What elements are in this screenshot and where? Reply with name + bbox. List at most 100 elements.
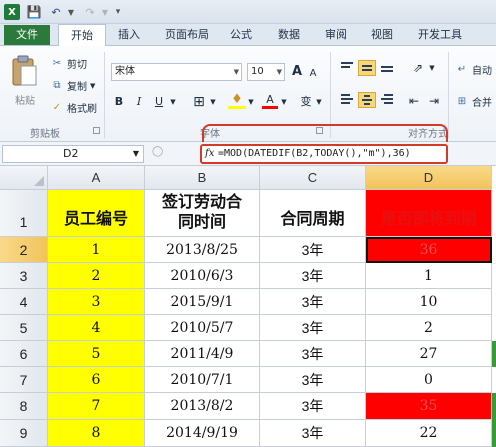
italic-button[interactable]: I <box>131 93 147 111</box>
select-all-corner[interactable] <box>0 166 48 190</box>
table-cell[interactable]: 27 <box>366 341 492 367</box>
customize-toolbar-icon[interactable]: ▾ <box>113 4 123 20</box>
borders-icon[interactable]: ⊞ <box>190 93 208 111</box>
undo-dropdown-icon[interactable]: ▼ <box>66 4 76 20</box>
tab-insert[interactable]: 插入 <box>114 24 144 46</box>
phonetic-dropdown-icon[interactable]: ▼ <box>314 93 324 111</box>
row-header-2[interactable]: 2 <box>0 237 48 263</box>
increase-indent-icon[interactable]: ⇥ <box>425 92 443 110</box>
table-cell[interactable]: 35 <box>366 393 492 420</box>
clipboard-launcher-icon[interactable] <box>93 127 100 134</box>
underline-button[interactable]: U <box>151 93 167 111</box>
tab-developer[interactable]: 开发工具 <box>412 24 468 46</box>
align-bottom-icon[interactable] <box>378 60 396 76</box>
tab-page-layout[interactable]: 页面布局 <box>159 24 215 46</box>
row-header-3[interactable]: 3 <box>0 263 48 289</box>
undo-icon[interactable]: ↶ <box>48 4 64 20</box>
table-cell[interactable]: 3年 <box>260 289 366 315</box>
table-cell[interactable]: 3年 <box>260 315 366 341</box>
align-left-icon[interactable] <box>338 92 356 108</box>
row-header-9[interactable]: 9 <box>0 420 48 447</box>
formula-input[interactable]: fx =MOD(DATEDIF(B2,TODAY(),"m"),36) <box>200 144 448 164</box>
header-cell-employee-id[interactable]: 员工编号 <box>48 190 145 237</box>
orientation-dropdown-icon[interactable]: ▼ <box>428 59 436 77</box>
underline-dropdown-icon[interactable]: ▼ <box>168 93 178 111</box>
table-cell[interactable]: 2011/4/9 <box>145 341 260 367</box>
decrease-indent-icon[interactable]: ⇤ <box>405 92 423 110</box>
fill-color-dropdown-icon[interactable]: ▼ <box>246 93 256 111</box>
table-cell[interactable]: 2010/7/1 <box>145 367 260 393</box>
table-cell[interactable]: 6 <box>48 367 145 393</box>
table-cell[interactable]: 1 <box>366 263 492 289</box>
text-orientation-icon[interactable]: ⇗ <box>408 59 428 77</box>
name-box[interactable]: D2 ▼ <box>2 145 144 163</box>
redo-icon[interactable]: ↷ <box>82 4 98 20</box>
excel-app-icon[interactable]: X <box>4 4 20 20</box>
cut-button[interactable]: ✂ 剪切 <box>50 56 87 71</box>
table-cell[interactable]: 3年 <box>260 237 366 263</box>
table-cell[interactable]: 1 <box>48 237 145 263</box>
tab-home[interactable]: 开始 <box>58 24 106 47</box>
paste-icon[interactable] <box>10 54 38 88</box>
column-header-d[interactable]: D <box>366 166 492 190</box>
table-cell[interactable]: 22 <box>366 420 492 447</box>
table-cell[interactable]: 10 <box>366 289 492 315</box>
table-cell[interactable]: 2 <box>48 263 145 289</box>
save-icon[interactable]: 💾 <box>26 4 42 20</box>
row-header-8[interactable]: 8 <box>0 393 48 420</box>
table-cell[interactable]: 0 <box>366 367 492 393</box>
tab-view[interactable]: 视图 <box>367 24 397 46</box>
header-cell-sign-date[interactable]: 签订劳动合 同时间 <box>145 190 260 237</box>
font-size-select[interactable]: 10 ▼ <box>247 63 285 81</box>
worksheet-grid[interactable]: A B C D 1 员工编号 签订劳动合 同时间 合同周期 是否即将到期 2 1… <box>0 166 496 447</box>
tab-data[interactable]: 数据 <box>274 24 304 46</box>
copy-button[interactable]: ⧉ 复制 ▼ <box>50 78 95 93</box>
row-header-4[interactable]: 4 <box>0 289 48 315</box>
grow-font-button[interactable]: A <box>290 63 304 81</box>
align-right-icon[interactable] <box>378 92 396 108</box>
table-cell[interactable]: 3年 <box>260 393 366 420</box>
wrap-text-button[interactable]: ↵ 自动 <box>455 62 492 77</box>
shrink-font-button[interactable]: A <box>307 65 319 83</box>
phonetic-button[interactable]: 变 <box>298 93 314 111</box>
header-cell-expiring[interactable]: 是否即将到期 <box>366 190 492 237</box>
table-cell[interactable]: 5 <box>48 341 145 367</box>
format-painter-button[interactable]: ✓ 格式刷 <box>50 100 97 115</box>
table-cell[interactable]: 2 <box>366 315 492 341</box>
table-cell[interactable]: 2015/9/1 <box>145 289 260 315</box>
row-header-1[interactable]: 1 <box>0 190 48 237</box>
active-cell-d2[interactable]: 36 <box>366 237 492 263</box>
align-middle-icon[interactable] <box>358 60 376 76</box>
align-center-icon[interactable] <box>358 92 376 108</box>
table-cell[interactable]: 4 <box>48 315 145 341</box>
table-cell[interactable]: 2013/8/2 <box>145 393 260 420</box>
table-cell[interactable]: 3年 <box>260 263 366 289</box>
bold-button[interactable]: B <box>111 93 127 111</box>
tab-review[interactable]: 审阅 <box>321 24 351 46</box>
column-header-c[interactable]: C <box>260 166 366 190</box>
table-cell[interactable]: 3年 <box>260 420 366 447</box>
fill-color-icon[interactable]: ♦ <box>228 91 246 109</box>
table-cell[interactable]: 2013/8/25 <box>145 237 260 263</box>
table-cell[interactable]: 3年 <box>260 341 366 367</box>
table-cell[interactable]: 2010/5/7 <box>145 315 260 341</box>
merge-center-button[interactable]: ⊞ 合并 <box>455 94 492 109</box>
cancel-icon[interactable]: ◯ <box>152 146 163 157</box>
insert-function-icon[interactable]: fx <box>205 146 214 162</box>
tab-file[interactable]: 文件 <box>4 25 50 45</box>
table-cell[interactable]: 8 <box>48 420 145 447</box>
borders-dropdown-icon[interactable]: ▼ <box>208 93 218 111</box>
row-header-6[interactable]: 6 <box>0 341 48 367</box>
table-cell[interactable]: 3 <box>48 289 145 315</box>
row-header-7[interactable]: 7 <box>0 367 48 393</box>
row-header-5[interactable]: 5 <box>0 315 48 341</box>
table-cell[interactable]: 3年 <box>260 367 366 393</box>
column-header-a[interactable]: A <box>48 166 145 190</box>
font-name-select[interactable]: 宋体 ▼ <box>111 63 242 81</box>
column-header-b[interactable]: B <box>145 166 260 190</box>
font-color-dropdown-icon[interactable]: ▼ <box>279 93 289 111</box>
paste-button[interactable]: 粘贴 <box>8 92 42 107</box>
header-cell-contract-period[interactable]: 合同周期 <box>260 190 366 237</box>
tab-formulas[interactable]: 公式 <box>226 24 256 46</box>
align-top-icon[interactable] <box>338 60 356 76</box>
